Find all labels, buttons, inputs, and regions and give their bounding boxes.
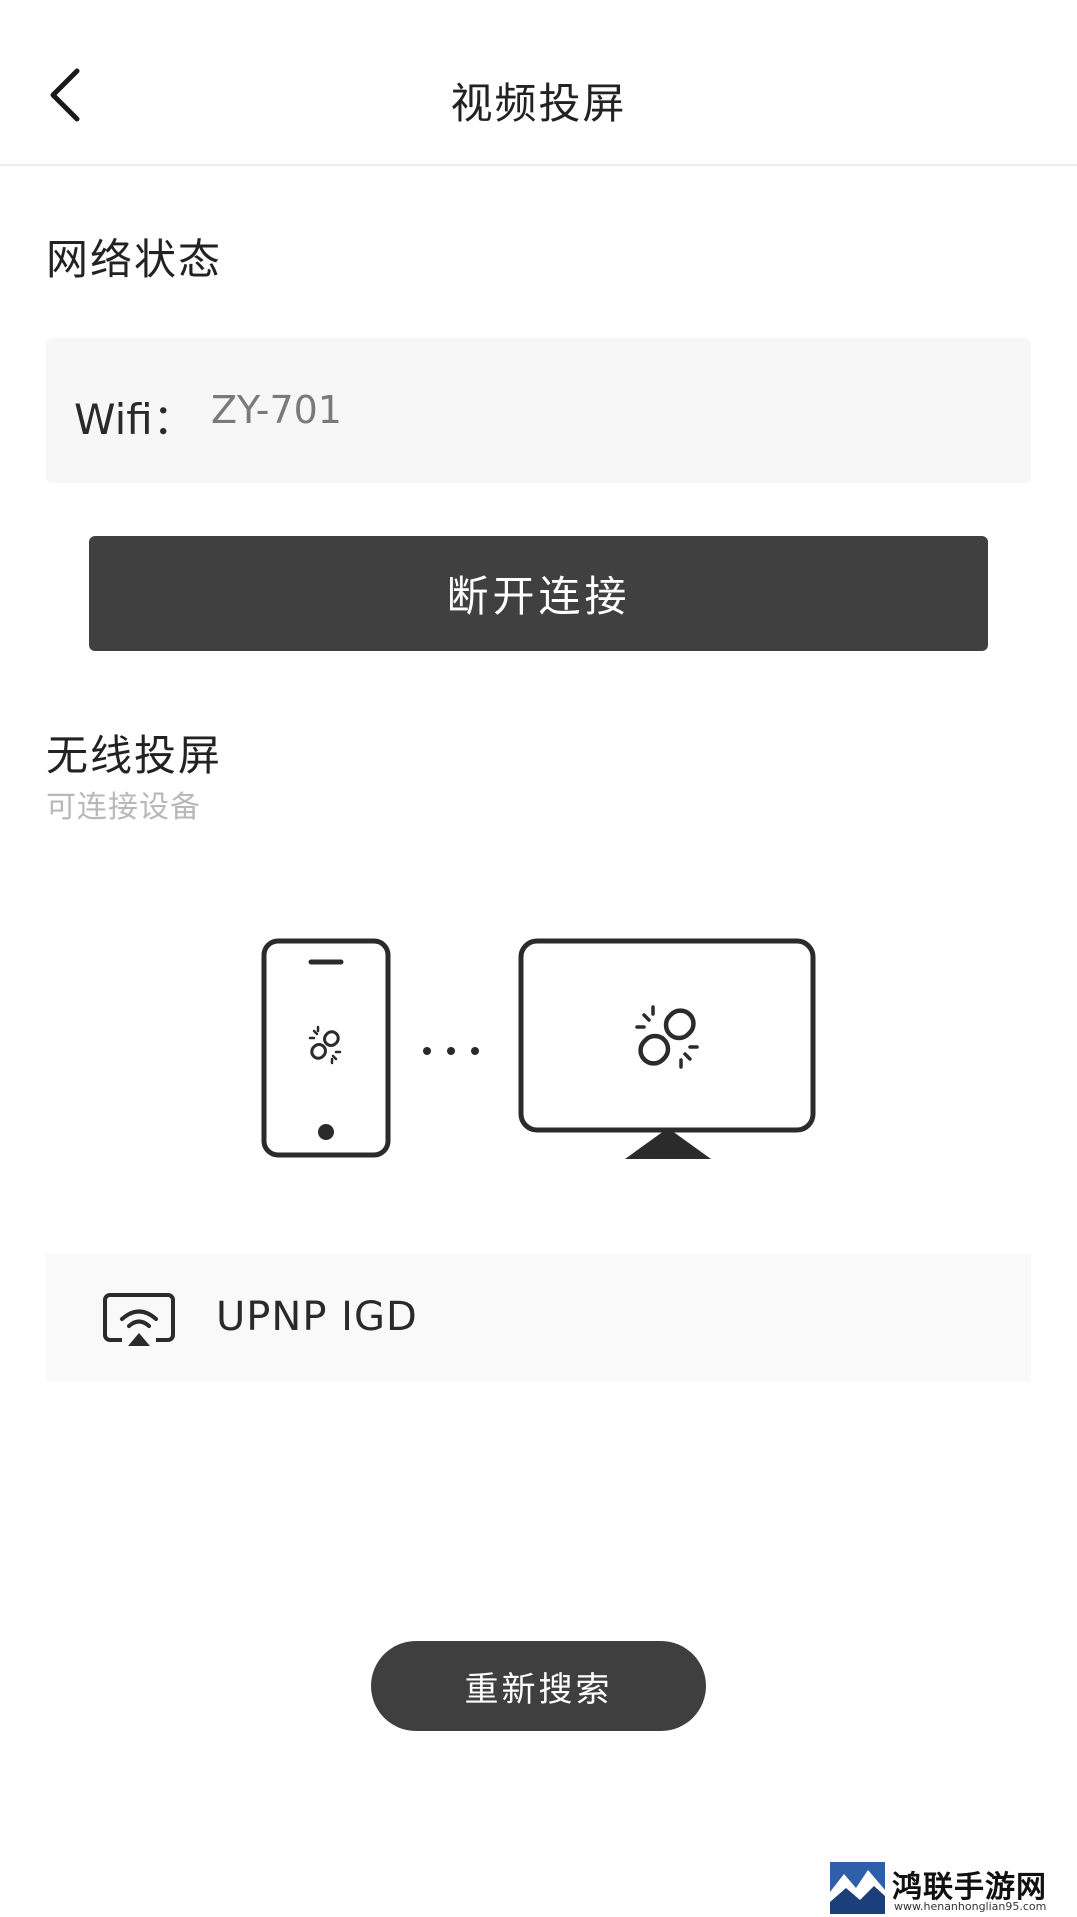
- cast-illustration: [261, 938, 816, 1159]
- wifi-status-panel: Wifi： ZY-701: [46, 338, 1031, 483]
- wifi-name: ZY-701: [211, 388, 342, 432]
- wifi-label: Wifi：: [74, 395, 195, 444]
- phone-icon: [261, 938, 391, 1158]
- device-list-item[interactable]: UPNP IGD: [46, 1254, 1031, 1382]
- page-title: 视频投屏: [450, 79, 627, 128]
- network-status-title: 网络状态: [46, 235, 223, 284]
- airplay-wifi-icon: [103, 1293, 175, 1346]
- connection-dots: [423, 1047, 479, 1055]
- available-devices-subtitle: 可连接设备: [46, 790, 201, 825]
- broken-link-icon: [310, 1030, 340, 1060]
- watermark-url: www.henanhonglian95.com: [894, 1900, 1047, 1913]
- watermark-logo-icon: [830, 1862, 885, 1914]
- device-name: UPNP IGD: [216, 1294, 418, 1340]
- site-watermark: 鸿联手游网 www.henanhonglian95.com: [830, 1862, 1070, 1914]
- header-bar: 视频投屏: [0, 0, 1077, 166]
- disconnect-button[interactable]: 断开连接: [89, 536, 988, 651]
- wireless-cast-title: 无线投屏: [46, 731, 223, 780]
- research-button[interactable]: 重新搜索: [371, 1641, 706, 1731]
- monitor-icon: [518, 938, 816, 1159]
